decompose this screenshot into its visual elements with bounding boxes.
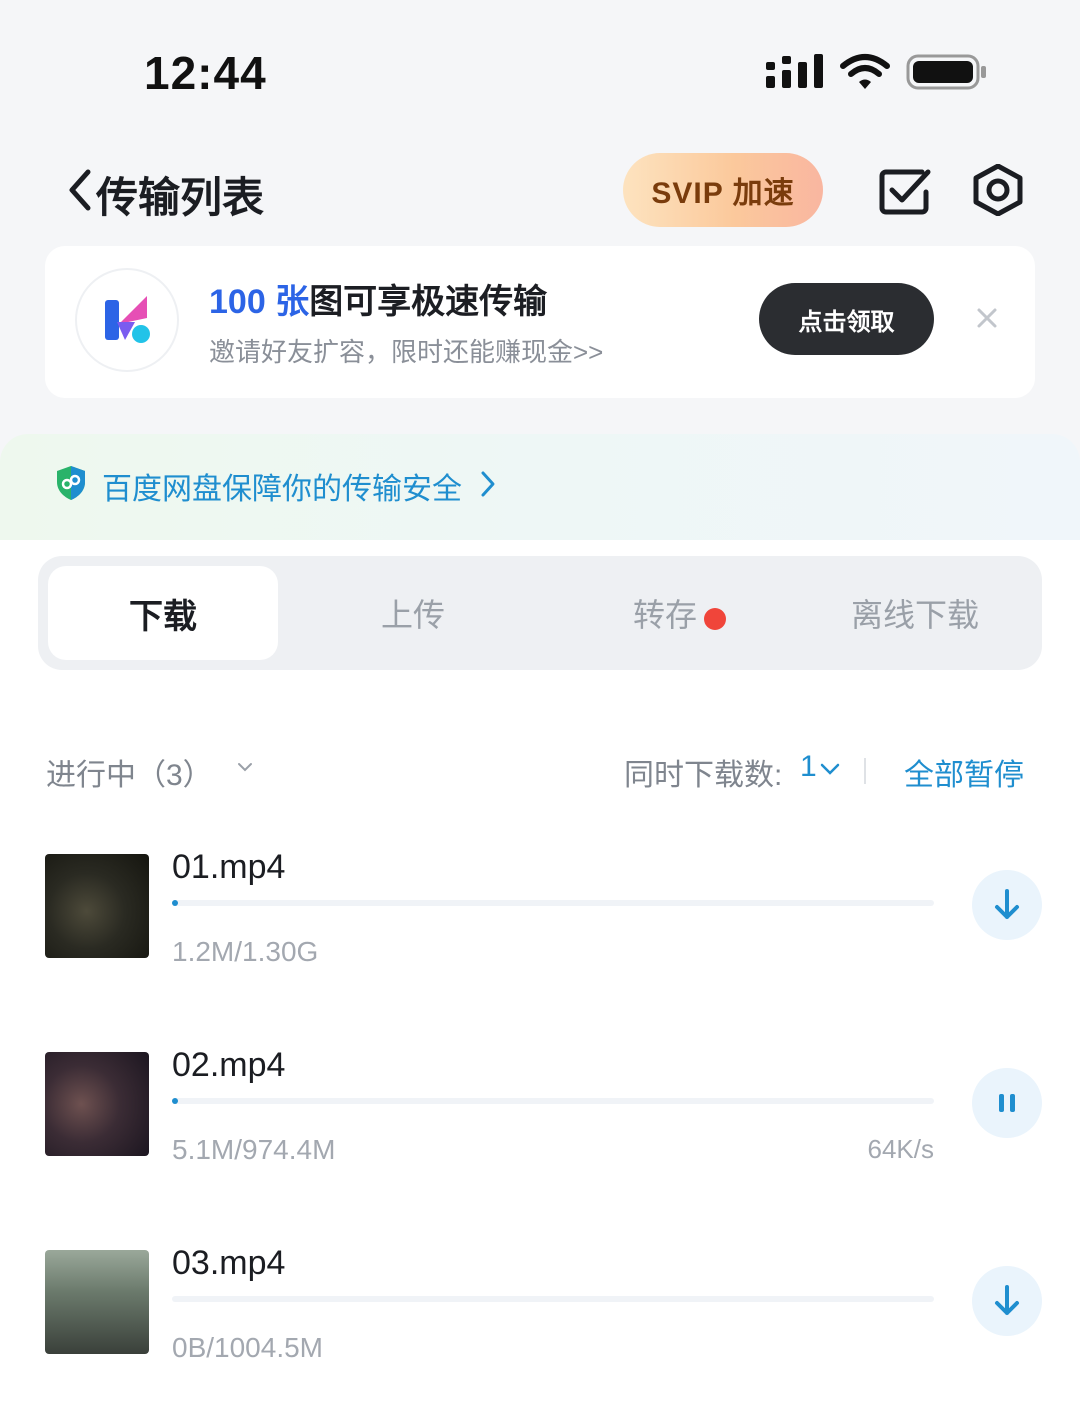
settings-icon[interactable] [970,164,1026,216]
status-bar: 12:44 [0,0,1080,140]
progress-fill [172,1098,178,1104]
download-icon [995,889,1019,919]
chevron-down-icon[interactable] [820,762,840,776]
pause-button[interactable] [972,1068,1042,1138]
svip-boost-button[interactable]: SVIP 加速 [623,153,823,227]
status-time: 12:44 [144,47,267,99]
notification-badge [704,608,726,630]
tab-upload[interactable]: 上传 [298,566,528,660]
wifi-icon [840,54,890,89]
progress-fill [172,900,178,906]
back-icon[interactable] [66,168,94,212]
list-item[interactable]: 02.mp4 5.1M/974.4M 64K/s [0,1038,1080,1178]
promo-title-number: 100 张 [209,283,310,321]
in-progress-label[interactable]: 进行中（3） [46,750,213,794]
file-name: 02.mp4 [172,1046,286,1084]
list-item[interactable]: 01.mp4 1.2M/1.30G [0,840,1080,980]
progress-bar [172,1098,934,1104]
download-button[interactable] [972,1266,1042,1336]
close-icon[interactable] [973,304,1001,332]
list-item[interactable]: 03.mp4 0B/1004.5M [0,1236,1080,1376]
security-text: 百度网盘保障你的传输安全 [102,473,462,506]
download-icon [995,1285,1019,1315]
concurrent-downloads-value[interactable]: 1 [800,750,817,784]
promo-title: 100 张图可享极速传输 [209,274,547,323]
page-title: 传输列表 [96,174,265,221]
shield-icon [57,466,85,500]
main-content: 下载 上传 转存 离线下载 进行中（3） 同时下载数: 1 全部暂停 01.mp… [0,540,1080,1412]
file-size: 1.2M/1.30G [172,936,319,967]
chevron-right-icon [481,471,495,497]
security-banner[interactable]: 百度网盘保障你的传输安全 [0,434,1080,540]
tab-offline-download[interactable]: 离线下载 [800,566,1030,660]
divider [864,758,866,784]
tab-save-transfer[interactable]: 转存 [550,566,780,660]
video-thumbnail [45,1250,149,1354]
progress-bar [172,900,934,906]
promo-subtitle[interactable]: 邀请好友扩容，限时还能赚现金>> [209,332,603,369]
concurrent-downloads-label: 同时下载数: [624,759,783,792]
download-button[interactable] [972,870,1042,940]
file-size: 5.1M/974.4M [172,1134,336,1165]
progress-bar [172,1296,934,1302]
video-thumbnail [45,1052,149,1156]
nav-bar: 传输列表 SVIP 加速 [0,140,1080,240]
file-name: 03.mp4 [172,1244,286,1282]
app-logo-icon [75,268,179,372]
file-size: 0B/1004.5M [172,1332,323,1363]
claim-button[interactable]: 点击领取 [759,283,934,355]
cellular-signal-icon [766,54,823,88]
chevron-down-icon[interactable] [236,760,254,774]
video-thumbnail [45,854,149,958]
tab-download[interactable]: 下载 [48,566,278,660]
download-speed: 64K/s [867,1134,935,1164]
transfer-tabs: 下载 上传 转存 离线下载 [38,556,1042,670]
pause-all-button[interactable]: 全部暂停 [904,750,1024,794]
pause-icon [999,1094,1015,1112]
battery-icon [906,54,986,90]
section-header: 进行中（3） 同时下载数: 1 全部暂停 [0,740,1080,800]
multi-select-icon[interactable] [878,164,934,216]
file-name: 01.mp4 [172,848,286,886]
promo-card: 100 张图可享极速传输 邀请好友扩容，限时还能赚现金>> 点击领取 [45,246,1035,398]
promo-title-text: 图可享极速传输 [309,283,548,321]
